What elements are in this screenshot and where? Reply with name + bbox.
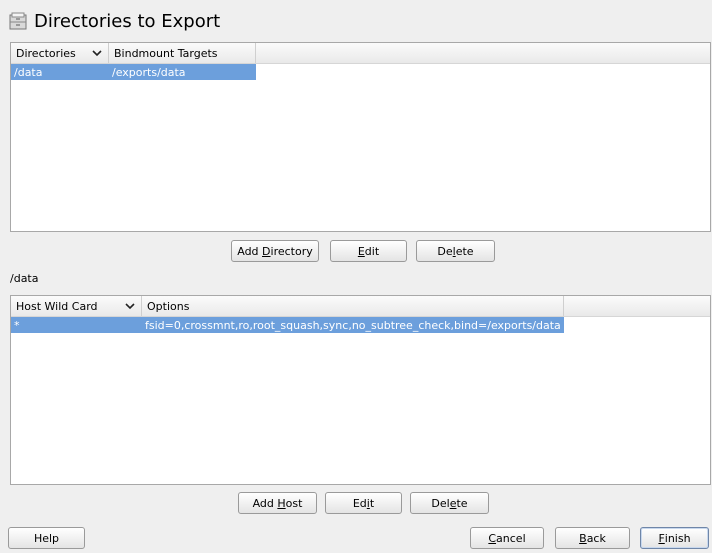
directories-table[interactable]: Directories Bindmount Targets /data /exp…: [10, 42, 711, 232]
table-row[interactable]: * fsid=0,crossmnt,ro,root_squash,sync,no…: [11, 317, 564, 333]
edit-directory-button[interactable]: Edit: [330, 240, 407, 262]
delete-directory-button[interactable]: De l ete: [416, 240, 495, 262]
add-directory-button[interactable]: Add Directory: [231, 240, 319, 262]
page-title: Directories to Export: [34, 10, 221, 32]
column-header-options[interactable]: Options: [142, 296, 564, 316]
edit-host-button[interactable]: Ed i t: [325, 492, 402, 514]
delete-host-button[interactable]: Del e te: [410, 492, 489, 514]
chevron-down-icon: [125, 303, 135, 310]
cancel-button[interactable]: Cancel: [470, 527, 544, 549]
column-header-filler: [564, 296, 710, 316]
hosts-table[interactable]: Host Wild Card Options * fsid=0,crossmnt…: [10, 295, 711, 485]
cell-directory: /data: [14, 65, 43, 79]
cell-bindmount-target: /exports/data: [112, 65, 186, 79]
hosts-table-header: Host Wild Card Options: [11, 296, 710, 317]
add-host-button[interactable]: Add Host: [238, 492, 317, 514]
column-header-filler: [256, 43, 710, 63]
help-button[interactable]: Help: [8, 527, 85, 549]
table-row[interactable]: /data /exports/data: [11, 64, 256, 80]
cell-host: *: [14, 318, 20, 332]
column-header-bindmount-targets[interactable]: Bindmount Targets: [109, 43, 256, 63]
back-button[interactable]: Back: [555, 527, 630, 549]
chevron-down-icon: [92, 50, 102, 57]
cell-options: fsid=0,crossmnt,ro,root_squash,sync,no_s…: [145, 318, 561, 332]
directories-table-header: Directories Bindmount Targets: [11, 43, 710, 64]
filing-cabinet-icon: [9, 12, 27, 30]
page-header: Directories to Export: [8, 8, 220, 34]
column-header-directories[interactable]: Directories: [11, 43, 109, 63]
finish-button[interactable]: Finish: [640, 527, 709, 549]
selected-directory-label: /data: [10, 272, 39, 285]
column-header-host-wild-card[interactable]: Host Wild Card: [11, 296, 142, 316]
